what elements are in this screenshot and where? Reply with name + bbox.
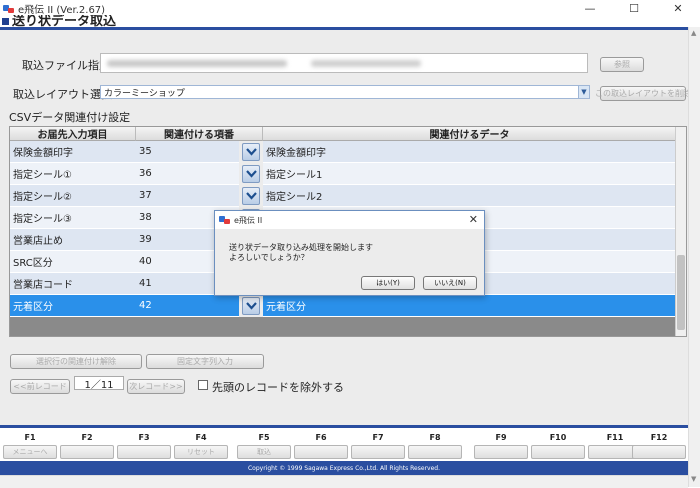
f9-button[interactable] xyxy=(474,445,528,459)
fkey-f5: F5 取込 xyxy=(237,430,291,460)
header-marker-icon xyxy=(2,18,9,25)
chevron-down-icon xyxy=(245,302,257,310)
f10-button[interactable] xyxy=(531,445,585,459)
dialog-body: 送り状データ取り込み処理を開始します よろしいでしょうか？ はい(Y) いいえ(… xyxy=(215,229,484,295)
confirm-dialog: e飛伝 II ✕ 送り状データ取り込み処理を開始します よろしいでしょうか？ は… xyxy=(214,210,485,296)
fkey-f1: F1 メニューへ xyxy=(3,430,57,460)
column-header-field: お届先入力項目 xyxy=(10,127,136,141)
app-logo-icon xyxy=(3,4,15,14)
fkey-f12: F12 xyxy=(632,430,686,460)
scrollbar-thumb[interactable] xyxy=(677,255,685,330)
clear-link-button[interactable]: 選択行の関連付け解除 xyxy=(10,354,142,369)
fkey-f9: F9 xyxy=(474,430,528,460)
f6-button[interactable] xyxy=(294,445,348,459)
reset-button[interactable]: リセット xyxy=(174,445,228,459)
exclude-first-checkbox[interactable] xyxy=(198,380,208,390)
layout-select[interactable]: カラーミーショップ ▼ xyxy=(100,85,590,99)
chevron-down-icon xyxy=(245,192,257,200)
cell-data: 元着区分 xyxy=(263,295,677,317)
cell-number[interactable]: 42 xyxy=(136,295,239,317)
layout-select-label: 取込レイアウト選択 xyxy=(13,88,112,101)
menu-button[interactable]: メニューへ xyxy=(3,445,57,459)
table-row[interactable]: 指定シール① 36 指定シール1 xyxy=(10,163,677,185)
function-key-bar: F1 メニューへ F2 F3 F4 リセット F5 取込 F6 F7 F8 F9 F1… xyxy=(0,425,688,461)
table-row-selected[interactable]: 元着区分 42 元着区分 xyxy=(10,295,677,317)
csv-section-label: CSVデータ関連付け設定 xyxy=(9,111,131,124)
f12-button[interactable] xyxy=(632,445,686,459)
dialog-titlebar: e飛伝 II ✕ xyxy=(215,211,484,229)
fkey-f8: F8 xyxy=(408,430,462,460)
horizontal-scrollbar[interactable] xyxy=(0,475,688,488)
dialog-title: e飛伝 II xyxy=(234,215,263,225)
fkey-f10: F10 xyxy=(531,430,585,460)
cell-data: 指定シール1 xyxy=(263,163,677,185)
cell-number[interactable]: 37 xyxy=(136,185,239,207)
page-header: 送り状データ取込 xyxy=(0,15,700,27)
record-counter: 1／11 xyxy=(74,376,124,391)
dropdown-button[interactable] xyxy=(242,143,260,161)
dropdown-button[interactable] xyxy=(242,187,260,205)
dialog-close-icon[interactable]: ✕ xyxy=(469,213,478,226)
cell-field: 指定シール② xyxy=(10,185,136,207)
prev-record-button[interactable]: <<前レコード xyxy=(10,379,70,394)
cell-field: 営業店止め xyxy=(10,229,136,251)
cell-data: 保険金額印字 xyxy=(263,141,677,163)
cell-field: 指定シール① xyxy=(10,163,136,185)
page-title: 送り状データ取込 xyxy=(12,15,117,27)
window-title: e飛伝 II (Ver.2.67) xyxy=(18,5,106,16)
import-file-label: 取込ファイル指定 xyxy=(22,59,110,72)
column-header-number: 関連付ける項番 xyxy=(136,127,263,141)
chevron-down-icon xyxy=(245,170,257,178)
browse-button[interactable]: 参照 xyxy=(600,57,644,72)
cell-field: 営業店コード xyxy=(10,273,136,295)
f3-button[interactable] xyxy=(117,445,171,459)
dialog-message: 送り状データ取り込み処理を開始します よろしいでしょうか？ xyxy=(229,243,373,262)
copyright-bar: Copyright © 1999 Sagawa Express Co.,Ltd.… xyxy=(0,461,688,475)
column-header-data: 関連付けるデータ xyxy=(263,127,677,141)
cell-field: 元着区分 xyxy=(10,295,136,317)
import-button[interactable]: 取込 xyxy=(237,445,291,459)
grid-scrollbar[interactable] xyxy=(675,127,686,336)
fkey-f2: F2 xyxy=(60,430,114,460)
chevron-down-icon[interactable]: ▼ xyxy=(578,86,589,98)
import-file-input[interactable] xyxy=(100,53,588,73)
app-logo-icon xyxy=(219,215,231,225)
exclude-first-label: 先頭のレコードを除外する xyxy=(212,381,344,394)
fkey-f4: F4 リセット xyxy=(174,430,228,460)
redacted-path xyxy=(107,60,287,67)
cell-field: 指定シール③ xyxy=(10,207,136,229)
cell-number[interactable]: 35 xyxy=(136,141,239,163)
table-row[interactable]: 保険金額印字 35 保険金額印字 xyxy=(10,141,677,163)
redacted-path xyxy=(311,60,421,67)
fkey-f7: F7 xyxy=(351,430,405,460)
grid-empty-area xyxy=(10,317,677,336)
no-button[interactable]: いいえ(N) xyxy=(423,276,477,290)
fkey-f3: F3 xyxy=(117,430,171,460)
scroll-up-icon[interactable]: ▲ xyxy=(691,29,696,37)
vertical-scrollbar[interactable]: ▲ ▼ xyxy=(688,27,700,487)
next-record-button[interactable]: 次レコード>> xyxy=(127,379,185,394)
chevron-down-icon xyxy=(245,148,257,156)
dropdown-button[interactable] xyxy=(242,165,260,183)
cell-field: SRC区分 xyxy=(10,251,136,273)
delete-layout-button[interactable]: この取込レイアウトを削除 xyxy=(595,86,691,101)
f8-button[interactable] xyxy=(408,445,462,459)
yes-button[interactable]: はい(Y) xyxy=(361,276,415,290)
cell-field: 保険金額印字 xyxy=(10,141,136,163)
f2-button[interactable] xyxy=(60,445,114,459)
fixed-string-button[interactable]: 固定文字列入力 xyxy=(146,354,264,369)
f7-button[interactable] xyxy=(351,445,405,459)
dropdown-button[interactable] xyxy=(242,297,260,315)
cell-number[interactable]: 36 xyxy=(136,163,239,185)
fkey-f6: F6 xyxy=(294,430,348,460)
layout-select-value: カラーミーショップ xyxy=(104,88,185,99)
table-row[interactable]: 指定シール② 37 指定シール2 xyxy=(10,185,677,207)
cell-data: 指定シール2 xyxy=(263,185,677,207)
scroll-down-icon[interactable]: ▼ xyxy=(691,475,696,483)
